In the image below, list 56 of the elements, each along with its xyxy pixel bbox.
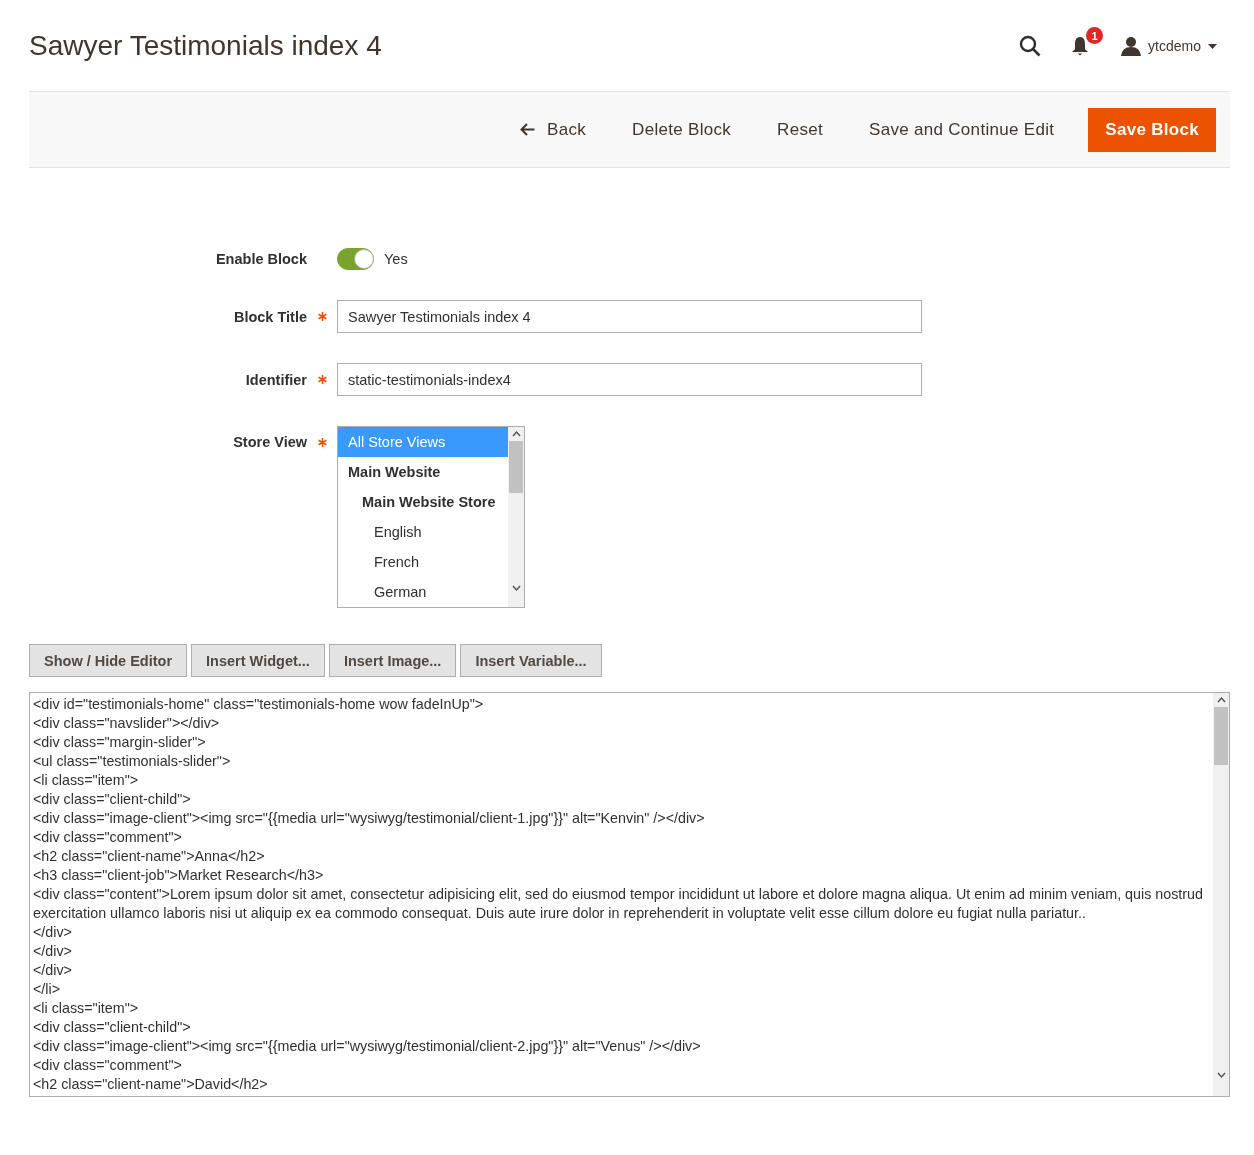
search-icon[interactable] — [1019, 35, 1042, 57]
code-line: <div class="comment"> — [33, 828, 183, 847]
code-line: </div> — [33, 942, 73, 961]
code-line: <div class="client-child"> — [33, 790, 192, 809]
code-line: </li> — [33, 980, 62, 999]
code-line: <h2 class="client-name">David</h2> — [33, 1075, 269, 1094]
action-button[interactable]: Delete Block — [612, 107, 752, 152]
input-field[interactable]: Sawyer Testimonials index 4 — [337, 300, 922, 333]
bell-icon[interactable] — [1071, 35, 1090, 57]
editor-button[interactable]: Insert Image... — [328, 644, 457, 677]
code-line: <div class="navslider"></div> — [33, 714, 221, 733]
store-view-option[interactable]: French — [338, 547, 508, 577]
code-line: <div class="comment"> — [33, 1056, 183, 1075]
editor-button[interactable]: Show / Hide Editor — [29, 644, 188, 677]
user-icon — [1121, 36, 1142, 56]
action-button[interactable]: Reset — [757, 107, 844, 152]
field-label: Store View — [233, 434, 307, 450]
code-line: <h3 class="client-job">Market Research</h3> — [33, 866, 325, 885]
store-view-list[interactable]: All Store Views Main Website Main Website Store English French German — [337, 426, 525, 608]
field-label: Enable Block — [215, 251, 307, 267]
back-arrow-icon — [520, 123, 536, 136]
code-line: <div class="image-client"><img src="{{media url="wysiwyg/testimonial/client-1.jpg"}}" alt="Kenvin" /></div> — [33, 809, 706, 828]
code-line: <li class="item"> — [33, 999, 140, 1018]
scrollbar-thumb[interactable] — [509, 441, 523, 493]
scrollbar[interactable] — [508, 427, 524, 607]
code-line: <div class="image-client"><img src="{{media url="wysiwyg/testimonial/client-2.jpg"}}" alt="Venus" /></div> — [33, 1037, 702, 1056]
input-field[interactable]: static-testimonials-index4 — [337, 363, 922, 396]
code-line: <div class="content">Lorem ipsum dolor sit amet, consectetur adipisicing elit, sed do eiusmod tempor incididunt ut labore et dolore magna aliqua. Ut enim ad minim veniam, quis nostrud exercitation ullamco laboris nisi ut aliquip ex ea commodo consequat. Duis aute irure dolor in reprehenderit in voluptate velit esse cillum dolore eu fugiat nulla pariatur.. — [33, 885, 1204, 923]
store-view-option[interactable]: German — [338, 577, 508, 607]
code-line: <div class="client-child"> — [33, 1018, 192, 1037]
code-line: <div id="testimonials-home" class="testimonials-home wow fadeInUp"> — [33, 695, 485, 714]
store-view-option[interactable]: Main Website Store — [338, 487, 508, 517]
store-view-option[interactable]: Main Website — [338, 457, 508, 487]
scrollbar[interactable] — [1213, 693, 1229, 1096]
code-line: </div> — [33, 923, 73, 942]
scrollbar-thumb[interactable] — [1214, 707, 1228, 765]
code-line: <div class="margin-slider"> — [33, 733, 207, 752]
toggle-switch[interactable] — [337, 248, 374, 270]
code-line: <ul class="testimonials-slider"> — [33, 752, 232, 771]
action-button[interactable]: Back — [500, 107, 607, 152]
field-label: Identifier — [245, 371, 307, 388]
store-view-option[interactable]: English — [338, 517, 508, 547]
code-line: <li class="item"> — [33, 771, 140, 790]
editor-button[interactable]: Insert Widget... — [191, 644, 325, 677]
page-title: Sawyer Testimonials index 4 — [29, 30, 383, 62]
caret-icon — [1208, 43, 1217, 49]
notification-badge: 1 — [1086, 27, 1104, 44]
action-button[interactable]: Save Block — [1088, 107, 1216, 152]
editor-button[interactable]: Insert Variable... — [460, 644, 602, 677]
code-line: </div> — [33, 961, 73, 980]
toggle-label: Yes — [384, 251, 408, 267]
field-label: Block Title — [233, 308, 307, 325]
code-editor[interactable] — [29, 692, 1230, 1097]
user-menu[interactable]: ytcdemo — [1121, 36, 1217, 56]
code-line: <h2 class="client-name">Anna</h2> — [33, 847, 266, 866]
action-button[interactable]: Save and Continue Edit — [849, 107, 1075, 152]
